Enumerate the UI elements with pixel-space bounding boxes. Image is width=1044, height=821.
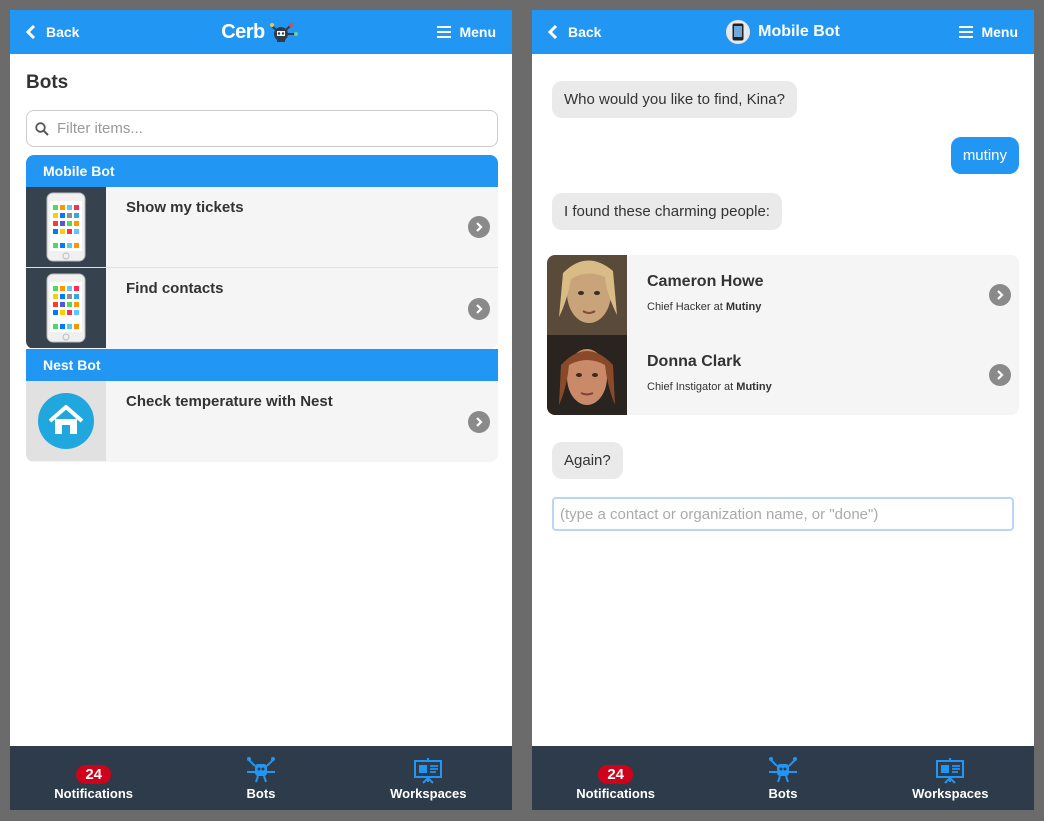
bot-message: Who would you like to find, Kina? (552, 81, 797, 118)
back-label: Back (568, 24, 602, 40)
bot-icon (246, 757, 275, 783)
nav-bots[interactable]: Bots (177, 746, 344, 810)
contact-org: Mutiny (725, 301, 762, 313)
presentation-board-icon (936, 758, 965, 784)
nav-label: Workspaces (390, 786, 467, 801)
notification-count-badge: 24 (598, 765, 633, 784)
nav-notifications[interactable]: 24 Notifications (532, 746, 699, 810)
nav-label: Bots (246, 786, 276, 801)
brand-name: Cerb (221, 20, 265, 43)
menu-button[interactable]: Menu (959, 10, 1018, 54)
back-label: Back (46, 24, 80, 40)
bot-message: I found these charming people: (552, 193, 782, 230)
top-bar: Back Mobile Bot Menu (532, 10, 1034, 54)
bot-group-nest: Nest Bot Check temperature with Nest (26, 349, 498, 462)
item-label: Check temperature with Nest (126, 393, 333, 410)
menu-label: Menu (981, 24, 1018, 40)
contact-role: Chief Hacker at Mutiny (647, 301, 762, 313)
contact-role: Chief Instigator at Mutiny (647, 381, 772, 393)
item-label: Find contacts (126, 280, 224, 297)
search-icon (35, 121, 49, 136)
contact-org: Mutiny (736, 381, 772, 393)
bot-name: Mobile Bot (758, 23, 840, 40)
page-title: Bots (26, 72, 69, 93)
filter-input[interactable] (57, 120, 477, 137)
bot-message: Again? (552, 442, 623, 479)
contact-photo-donna (547, 335, 627, 415)
filter-box (26, 110, 498, 147)
item-label: Show my tickets (126, 199, 244, 216)
back-button[interactable]: Back (26, 10, 79, 54)
nav-notifications[interactable]: 24 Notifications (10, 746, 177, 810)
hamburger-icon (959, 26, 974, 38)
chevron-right-icon[interactable] (989, 364, 1011, 386)
chevron-right-icon[interactable] (468, 297, 490, 320)
chevron-left-icon (26, 25, 36, 39)
nav-workspaces[interactable]: Workspaces (867, 746, 1034, 810)
cerb-robot-icon (269, 23, 298, 42)
bottom-nav: 24 Notifications Bots Workspaces (10, 746, 512, 810)
nav-label: Bots (768, 786, 798, 801)
top-bar: Back Cerb Menu (10, 10, 512, 54)
list-item[interactable]: Check temperature with Nest (26, 381, 498, 462)
contact-name: Cameron Howe (647, 273, 764, 290)
chevron-right-icon[interactable] (989, 284, 1011, 306)
menu-button[interactable]: Menu (437, 10, 496, 54)
bots-screen: Back Cerb Menu Bots Mobile (10, 10, 512, 810)
list-item[interactable]: Show my tickets (26, 187, 498, 268)
menu-label: Menu (459, 24, 496, 40)
bot-group-mobile: Mobile Bot Show my tickets Find contacts (26, 155, 498, 349)
bot-icon (768, 757, 797, 783)
contact-photo-cameron (547, 255, 627, 335)
chevron-right-icon[interactable] (468, 216, 490, 238)
contact-card[interactable]: Donna Clark Chief Instigator at Mutiny (547, 335, 1019, 415)
hamburger-icon (437, 26, 452, 38)
contact-name: Donna Clark (647, 353, 742, 370)
contact-card[interactable]: Cameron Howe Chief Hacker at Mutiny (547, 255, 1019, 335)
nest-home-icon (26, 381, 106, 461)
back-button[interactable]: Back (548, 10, 601, 54)
nav-label: Notifications (576, 786, 656, 801)
nav-label: Workspaces (912, 786, 989, 801)
group-header: Nest Bot (26, 349, 498, 381)
group-header: Mobile Bot (26, 155, 498, 187)
chevron-left-icon (548, 25, 558, 39)
chevron-right-icon[interactable] (468, 410, 490, 433)
list-item[interactable]: Find contacts (26, 268, 498, 349)
bottom-nav: 24 Notifications Bots Workspaces (532, 746, 1034, 810)
nav-bots[interactable]: Bots (699, 746, 866, 810)
mobile-bot-avatar-icon (726, 20, 751, 44)
nav-workspaces[interactable]: Workspaces (345, 746, 512, 810)
chat-input[interactable] (552, 497, 1014, 531)
user-message: mutiny (950, 137, 1019, 174)
notification-count-badge: 24 (76, 765, 111, 784)
contact-results: Cameron Howe Chief Hacker at Mutiny Donn… (547, 255, 1019, 415)
mobile-bot-chat-screen: Back Mobile Bot Menu Who would you like … (532, 10, 1034, 810)
presentation-board-icon (414, 758, 443, 784)
nav-label: Notifications (54, 786, 134, 801)
phone-icon (26, 187, 106, 267)
phone-icon (26, 268, 106, 348)
